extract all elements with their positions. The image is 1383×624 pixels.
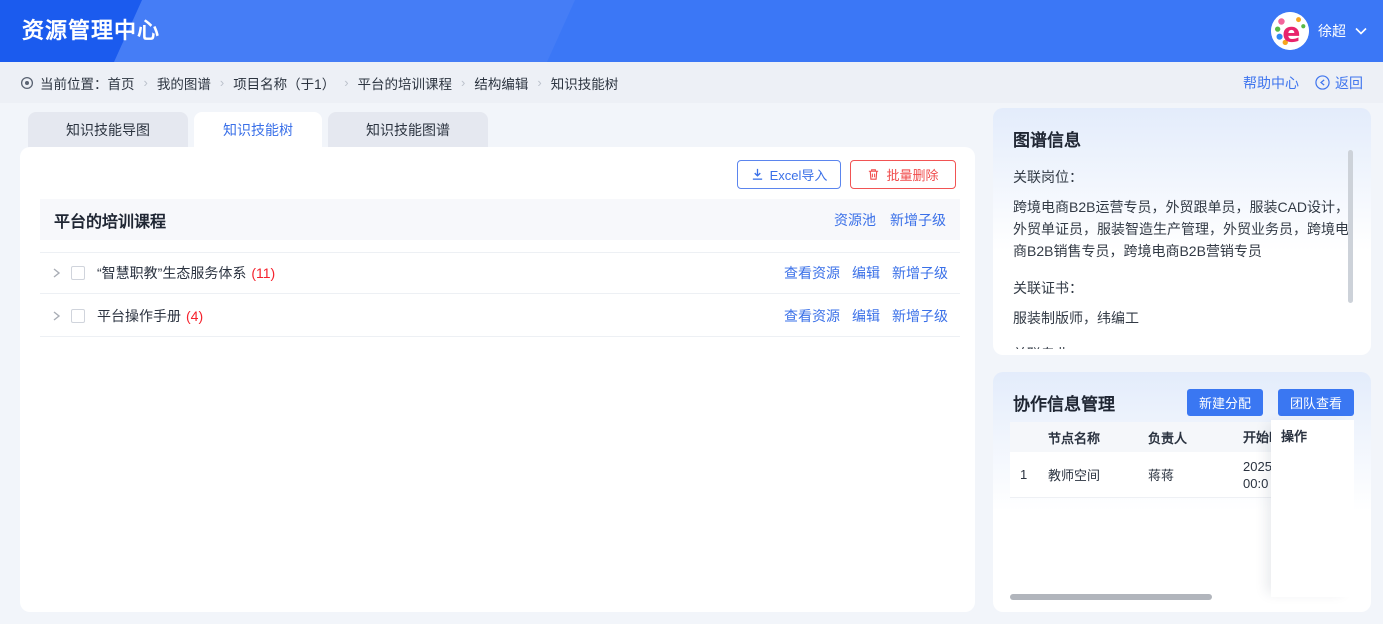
- user-name[interactable]: 徐超: [1318, 21, 1346, 41]
- breadcrumb-item-course[interactable]: 平台的培训课程: [358, 73, 453, 93]
- back-button[interactable]: 返回: [1315, 73, 1363, 93]
- tree-row: 平台操作手册 (4) 查看资源 编辑 新增子级: [40, 295, 960, 337]
- action-column-header: 操作: [1271, 420, 1354, 452]
- breadcrumb: 当前位置： 首页 › 我的图谱 › 项目名称（于1） › 平台的培训课程 › 结…: [0, 62, 1383, 103]
- vertical-scrollbar[interactable]: [1348, 150, 1353, 303]
- node-name: “智慧职教”生态服务体系: [97, 263, 246, 283]
- breadcrumb-separator: ›: [537, 75, 541, 90]
- graph-info-title: 图谱信息: [1013, 126, 1351, 151]
- row-index: 1: [1010, 467, 1048, 482]
- clipped-label: 关联专业：: [1013, 344, 1351, 349]
- related-certs-label: 关联证书：: [1013, 278, 1351, 298]
- row-checkbox[interactable]: [71, 309, 85, 323]
- related-posts-text: 跨境电商B2B运营专员，外贸跟单员，服装CAD设计，外贸单证员，服装智造生产管理…: [1013, 196, 1351, 262]
- resource-pool-link[interactable]: 资源池: [834, 210, 876, 230]
- user-menu[interactable]: e 徐超: [1271, 0, 1367, 62]
- related-certs-text: 服装制版师，纬编工: [1013, 307, 1351, 329]
- back-arrow-icon: [1315, 75, 1330, 90]
- table-row[interactable]: 1 教师空间 蒋蒋 2025 00:0: [1010, 452, 1271, 498]
- collaboration-title: 协作信息管理: [1013, 390, 1115, 415]
- breadcrumb-separator: ›: [220, 75, 224, 90]
- breadcrumb-item-skill-tree: 知识技能树: [551, 73, 619, 93]
- batch-delete-button[interactable]: 批量删除: [850, 160, 956, 189]
- batch-delete-label: 批量删除: [886, 165, 938, 184]
- breadcrumb-item-my-graphs[interactable]: 我的图谱: [157, 73, 211, 93]
- download-icon: [751, 168, 764, 181]
- team-view-button[interactable]: 团队查看: [1278, 389, 1354, 416]
- resource-management-page: 资源管理中心 e 徐超: [0, 0, 1383, 624]
- node-count: (4): [186, 308, 203, 324]
- horizontal-scrollbar[interactable]: [1010, 594, 1212, 600]
- breadcrumb-item-structure-edit[interactable]: 结构编辑: [474, 73, 528, 93]
- breadcrumb-separator: ›: [144, 75, 148, 90]
- tree-section-header: 平台的培训课程 资源池 新增子级: [40, 199, 960, 240]
- trash-icon: [867, 168, 880, 181]
- excel-import-label: Excel导入: [770, 165, 828, 184]
- start-time: 00:0: [1243, 476, 1268, 491]
- add-child-link[interactable]: 新增子级: [892, 306, 948, 326]
- page-title: 资源管理中心: [22, 0, 160, 62]
- new-assignment-button[interactable]: 新建分配: [1187, 389, 1263, 416]
- node-count: (11): [251, 265, 275, 281]
- excel-import-button[interactable]: Excel导入: [737, 160, 841, 189]
- breadcrumb-label: 当前位置：: [40, 73, 108, 93]
- breadcrumb-item-home[interactable]: 首页: [108, 73, 135, 93]
- edit-link[interactable]: 编辑: [852, 306, 880, 326]
- header-light-stripe: [0, 0, 1383, 62]
- table-header-row: 节点名称 负责人 开始时间: [1010, 422, 1271, 452]
- start-column-header: 开始时间: [1243, 429, 1271, 446]
- graph-info-panel: 图谱信息 关联岗位： 跨境电商B2B运营专员，外贸跟单员，服装CAD设计，外贸单…: [993, 108, 1371, 355]
- view-resource-link[interactable]: 查看资源: [784, 306, 840, 326]
- start-date: 2025: [1243, 459, 1271, 474]
- collaboration-panel: 协作信息管理 新建分配 团队查看 节点名称 负责人 开始时间 1 教师空间 蒋蒋…: [993, 372, 1371, 612]
- breadcrumb-item-project[interactable]: 项目名称（于1）: [233, 73, 335, 93]
- node-column-header: 节点名称: [1048, 428, 1148, 447]
- back-label: 返回: [1335, 73, 1363, 93]
- help-center-link[interactable]: 帮助中心: [1243, 73, 1299, 93]
- location-icon: [20, 76, 34, 90]
- view-resource-link[interactable]: 查看资源: [784, 263, 840, 283]
- tree-title: 平台的培训课程: [54, 208, 166, 232]
- tree-row: “智慧职教”生态服务体系 (11) 查看资源 编辑 新增子级: [40, 252, 960, 294]
- expand-chevron-icon[interactable]: [52, 310, 61, 322]
- breadcrumb-separator: ›: [344, 75, 348, 90]
- owner-column-header: 负责人: [1148, 428, 1243, 447]
- fixed-action-column: 操作: [1271, 420, 1354, 597]
- tab-skill-tree[interactable]: 知识技能树: [194, 112, 322, 147]
- icve-logo-icon: e: [1271, 12, 1309, 50]
- chevron-down-icon[interactable]: [1355, 27, 1367, 35]
- related-posts-label: 关联岗位：: [1013, 167, 1351, 187]
- add-child-link[interactable]: 新增子级: [892, 263, 948, 283]
- user-avatar[interactable]: e: [1271, 12, 1309, 50]
- svg-text:e: e: [1282, 17, 1300, 48]
- tab-skill-mindmap[interactable]: 知识技能导图: [28, 112, 188, 147]
- row-node-name: 教师空间: [1048, 465, 1148, 484]
- collaboration-table: 节点名称 负责人 开始时间 1 教师空间 蒋蒋 2025 00:0 操作: [1010, 422, 1354, 599]
- app-header: 资源管理中心 e 徐超: [0, 0, 1383, 62]
- row-owner: 蒋蒋: [1148, 465, 1243, 484]
- row-checkbox[interactable]: [71, 266, 85, 280]
- node-name: 平台操作手册: [97, 306, 181, 326]
- breadcrumb-separator: ›: [461, 75, 465, 90]
- add-child-link[interactable]: 新增子级: [890, 210, 946, 230]
- tab-skill-graph[interactable]: 知识技能图谱: [328, 112, 488, 147]
- expand-chevron-icon[interactable]: [52, 267, 61, 279]
- edit-link[interactable]: 编辑: [852, 263, 880, 283]
- skill-tree-panel: Excel导入 批量删除 平台的培训课程 资源池 新增子级 “智慧职教”生态服务…: [20, 147, 975, 612]
- row-start-time: 2025 00:0: [1243, 458, 1271, 492]
